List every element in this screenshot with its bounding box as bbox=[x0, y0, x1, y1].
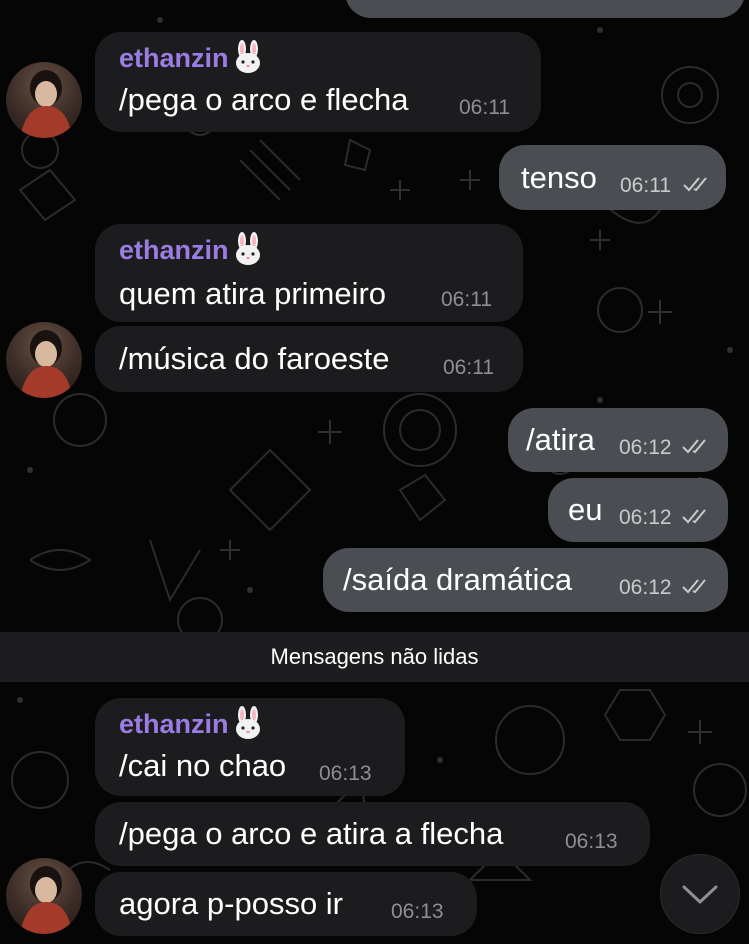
unread-messages-divider: Mensagens não lidas bbox=[0, 632, 749, 682]
double-check-icon bbox=[682, 439, 706, 454]
message-time: 06:11 bbox=[441, 288, 492, 311]
rabbit-face-icon bbox=[236, 232, 260, 265]
message-text: agora p-posso ir bbox=[119, 886, 344, 921]
message-text: /música do faroeste bbox=[119, 341, 390, 376]
message-bubble-outgoing[interactable]: /saída dramática 06:12 bbox=[323, 548, 728, 612]
avatar-image bbox=[20, 866, 72, 934]
unread-messages-label: Mensagens não lidas bbox=[270, 644, 479, 669]
message-text: /atira bbox=[526, 422, 595, 457]
avatar-image bbox=[20, 70, 72, 138]
message-text: /saída dramática bbox=[343, 562, 573, 597]
avatar[interactable] bbox=[6, 858, 82, 934]
message-bubble-outgoing[interactable]: /atira 06:12 bbox=[508, 408, 728, 472]
message-bubble-incoming[interactable]: /música do faroeste 06:11 bbox=[95, 326, 523, 392]
message-text: tenso bbox=[521, 160, 597, 195]
message-bubble-partial[interactable] bbox=[345, 0, 745, 18]
rabbit-face-icon bbox=[236, 706, 260, 739]
chevron-down-icon bbox=[682, 885, 718, 904]
message-text: /pega o arco e atira a flecha bbox=[119, 816, 504, 851]
message-time: 06:11 bbox=[620, 174, 671, 197]
message-bubble-outgoing[interactable]: tenso 06:11 bbox=[499, 145, 726, 210]
message-text: /cai no chao bbox=[119, 748, 287, 783]
message-bubble-incoming[interactable]: ethanzin quem atira primeiro 06:11 bbox=[95, 224, 523, 322]
message-bubble-incoming[interactable]: ethanzin /cai no chao 06:13 bbox=[95, 698, 405, 796]
message-time: 06:11 bbox=[459, 96, 510, 119]
sender-name[interactable]: ethanzin bbox=[119, 709, 229, 740]
avatar[interactable] bbox=[6, 322, 82, 398]
message-time: 06:12 bbox=[619, 576, 672, 599]
message-time: 06:13 bbox=[391, 900, 444, 923]
message-time: 06:13 bbox=[319, 762, 372, 785]
message-text: /pega o arco e flecha bbox=[119, 82, 409, 117]
sender-name[interactable]: ethanzin bbox=[119, 235, 229, 266]
double-check-icon bbox=[682, 509, 706, 524]
sender-name[interactable]: ethanzin bbox=[119, 43, 229, 74]
scroll-to-bottom-button[interactable] bbox=[660, 854, 740, 934]
message-time: 06:11 bbox=[443, 356, 494, 379]
message-bubble-outgoing[interactable]: eu 06:12 bbox=[548, 478, 728, 542]
message-bubble-incoming[interactable]: /pega o arco e atira a flecha 06:13 bbox=[95, 802, 650, 866]
message-time: 06:12 bbox=[619, 436, 672, 459]
message-bubble-incoming[interactable]: ethanzin /pega o arco e flecha 06:11 bbox=[95, 32, 541, 132]
message-text: quem atira primeiro bbox=[119, 276, 387, 311]
message-bubble-incoming[interactable]: agora p-posso ir 06:13 bbox=[95, 872, 477, 936]
rabbit-face-icon bbox=[236, 40, 260, 73]
message-time: 06:13 bbox=[565, 830, 618, 853]
message-text: eu bbox=[568, 492, 603, 527]
avatar[interactable] bbox=[6, 62, 82, 138]
message-time: 06:12 bbox=[619, 506, 672, 529]
double-check-icon bbox=[682, 579, 706, 594]
avatar-image bbox=[20, 330, 72, 398]
double-check-icon bbox=[683, 177, 707, 192]
